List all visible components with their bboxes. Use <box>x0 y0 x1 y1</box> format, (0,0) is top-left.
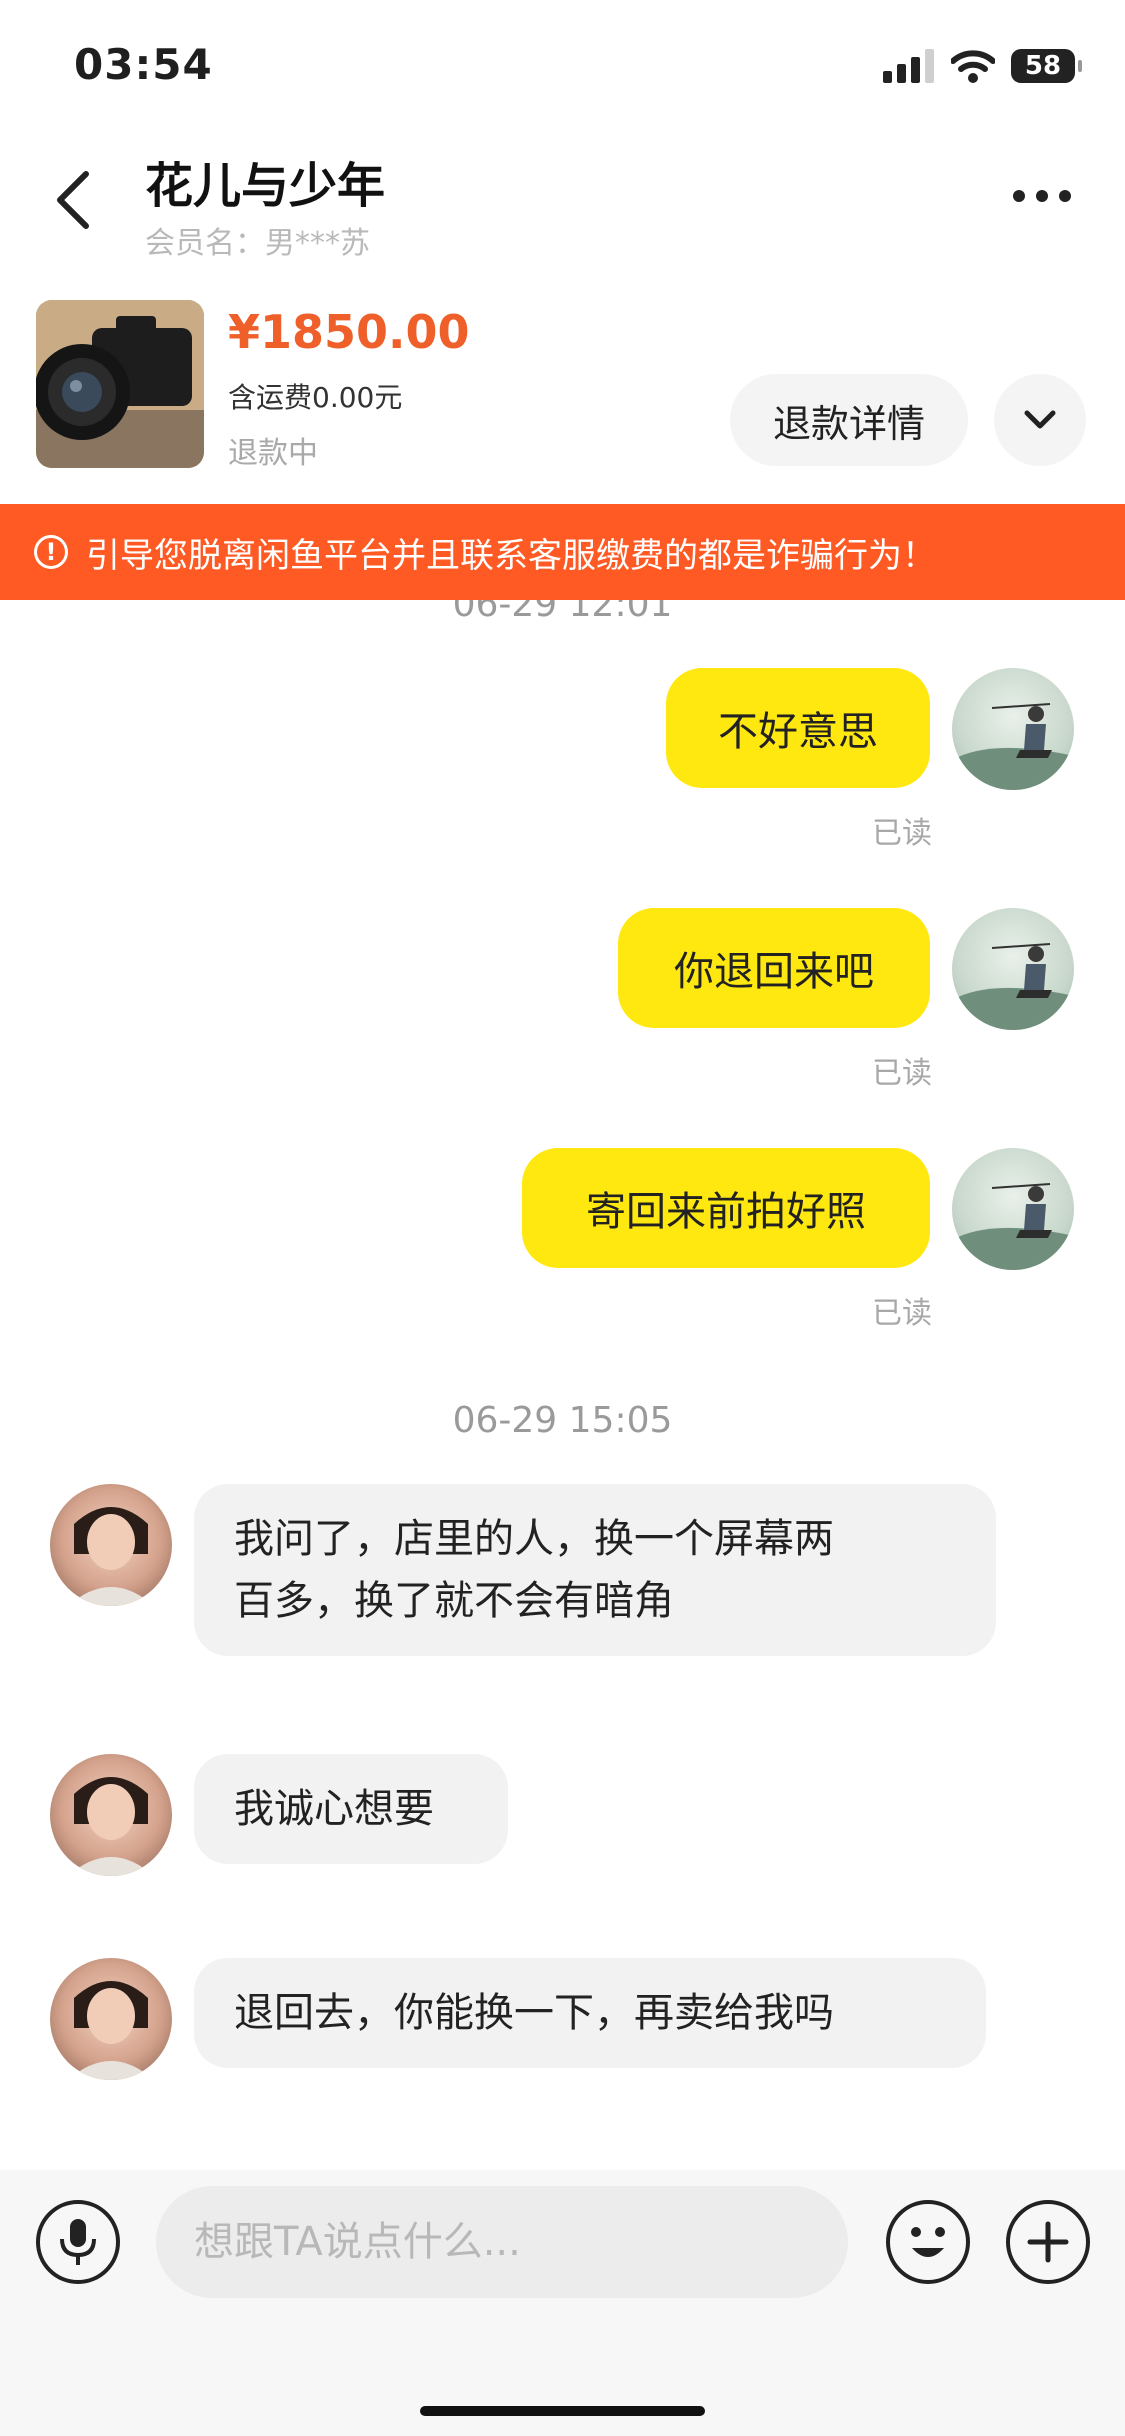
shipping-fee: 含运费0.00元 <box>228 381 403 414</box>
refund-details-button[interactable]: 退款详情 <box>730 374 968 466</box>
fisherman-avatar-image <box>952 943 1074 1030</box>
add-button[interactable] <box>1006 2200 1090 2284</box>
status-icons: 58 <box>883 46 1082 86</box>
message-bubble-incoming[interactable]: 我诚心想要 <box>194 1754 508 1864</box>
read-receipt: 已读 <box>872 1296 932 1331</box>
girl-avatar-image <box>68 1981 154 2080</box>
my-avatar[interactable] <box>952 908 1074 1030</box>
fisherman-avatar-image <box>952 1183 1074 1270</box>
message-bubble-outgoing[interactable]: 寄回来前拍好照 <box>522 1148 930 1268</box>
my-avatar[interactable] <box>952 668 1074 790</box>
signal-icon <box>883 49 934 83</box>
fisherman-avatar-image <box>952 703 1074 790</box>
microphone-icon <box>60 2219 96 2265</box>
fraud-warning-banner: ! 引导您脱离闲鱼平台并且联系客服缴费的都是诈骗行为！ <box>0 504 1125 600</box>
member-name: 会员名：男***苏 <box>145 218 370 262</box>
plus-icon <box>1027 2221 1069 2263</box>
member-value: 男***苏 <box>265 226 370 261</box>
message-line: 百多，换了就不会有暗角 <box>234 1578 674 1624</box>
girl-avatar-image <box>68 1777 154 1876</box>
back-button[interactable] <box>50 168 98 232</box>
more-dot <box>1059 190 1071 202</box>
chevron-down-icon <box>1024 410 1056 429</box>
product-price: ¥1850.00 <box>228 305 470 359</box>
alert-icon: ! <box>34 535 68 569</box>
read-receipt: 已读 <box>872 1056 932 1091</box>
page-title: 花儿与少年 <box>145 158 386 214</box>
product-thumbnail[interactable] <box>36 300 204 468</box>
member-label: 会员名： <box>145 226 265 261</box>
read-receipt: 已读 <box>872 816 932 851</box>
emoji-button[interactable] <box>886 2200 970 2284</box>
camera-image <box>36 300 204 468</box>
warning-text: 引导您脱离闲鱼平台并且联系客服缴费的都是诈骗行为！ <box>86 535 936 576</box>
more-dots-icon <box>1013 190 1025 202</box>
battery-icon: 58 <box>1011 49 1082 83</box>
message-bubble-outgoing[interactable]: 你退回来吧 <box>618 908 930 1028</box>
smile-icon <box>911 2227 945 2257</box>
status-time: 03:54 <box>74 40 213 89</box>
voice-button[interactable] <box>36 2200 120 2284</box>
contact-avatar[interactable] <box>50 1754 172 1876</box>
message-input[interactable] <box>156 2186 848 2298</box>
order-status: 退款中 <box>228 436 318 471</box>
message-line: 我诚心想要 <box>234 1786 434 1832</box>
battery-level: 58 <box>1024 51 1062 81</box>
wifi-icon <box>951 50 995 83</box>
expand-button[interactable] <box>994 374 1086 466</box>
message-bubble-incoming[interactable]: 退回去，你能换一下，再卖给我吗 <box>194 1958 986 2068</box>
chevron-left-icon <box>57 171 89 229</box>
more-dot <box>1036 190 1048 202</box>
more-button[interactable] <box>1013 176 1077 216</box>
message-bubble-outgoing[interactable]: 不好意思 <box>666 668 930 788</box>
message-line: 我问了，店里的人，换一个屏幕两 <box>234 1516 834 1562</box>
home-indicator <box>420 2406 705 2416</box>
girl-avatar-image <box>68 1507 154 1606</box>
message-bubble-incoming[interactable]: 我问了，店里的人，换一个屏幕两 百多，换了就不会有暗角 <box>194 1484 996 1656</box>
contact-avatar[interactable] <box>50 1958 172 2080</box>
timestamp: 06-29 15:05 <box>452 1400 673 1441</box>
message-line: 退回去，你能换一下，再卖给我吗 <box>234 1990 834 2036</box>
contact-avatar[interactable] <box>50 1484 172 1606</box>
my-avatar[interactable] <box>952 1148 1074 1270</box>
